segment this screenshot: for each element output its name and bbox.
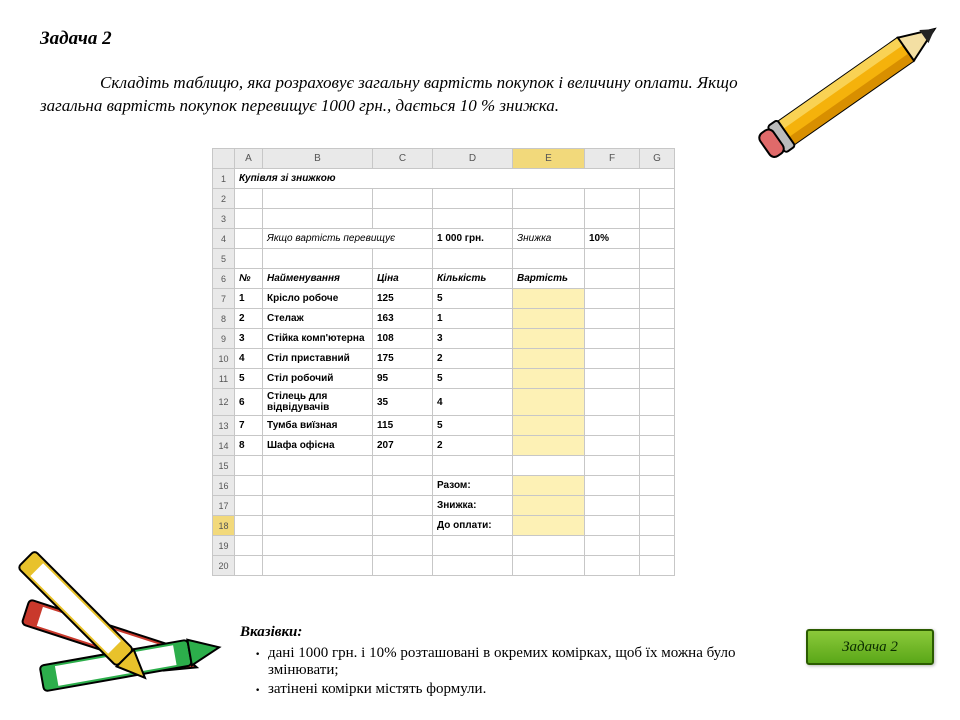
task-2-button[interactable]: Задача 2 [806,629,934,665]
hint-item: затінені комірки містять формули. [254,681,760,698]
hints-block: Вказівки: дані 1000 грн. і 10% розташова… [240,624,760,700]
sheet-title[interactable]: Купівля зі знижкою [235,169,675,189]
col-header-a[interactable]: A [235,149,263,169]
cell[interactable]: Стіл робочий [263,369,373,389]
cell[interactable]: Стійка комп'ютерна [263,329,373,349]
formula-cell[interactable] [513,496,585,516]
cell[interactable]: 2 [235,309,263,329]
cond-label[interactable]: Якщо вартість перевищує [263,229,433,249]
hdr-cost[interactable]: Вартість [513,269,585,289]
instruction-line1: Складіть таблицю, яка розраховує загальн… [100,73,738,92]
formula-cell[interactable] [513,389,585,416]
discount-value[interactable]: 10% [585,229,640,249]
cell[interactable]: 207 [373,436,433,456]
formula-cell[interactable] [513,516,585,536]
cell[interactable]: 108 [373,329,433,349]
cell[interactable]: 4 [235,349,263,369]
cell[interactable]: 95 [373,369,433,389]
instruction-line2: загальна вартість покупок перевищує 1000… [40,96,559,115]
col-header-b[interactable]: B [263,149,373,169]
cell[interactable]: Крісло робоче [263,289,373,309]
cell[interactable]: 35 [373,389,433,416]
cell[interactable]: Стелаж [263,309,373,329]
hdr-price[interactable]: Ціна [373,269,433,289]
formula-cell[interactable] [513,476,585,496]
cell[interactable]: 7 [235,416,263,436]
hints-label: Вказівки: [240,624,302,640]
col-header-c[interactable]: C [373,149,433,169]
cond-value[interactable]: 1 000 грн. [433,229,513,249]
cell[interactable]: 8 [235,436,263,456]
formula-cell[interactable] [513,436,585,456]
formula-cell[interactable] [513,416,585,436]
cell[interactable]: 175 [373,349,433,369]
col-header-e[interactable]: E [513,149,585,169]
cell[interactable]: 3 [433,329,513,349]
col-header-g[interactable]: G [640,149,675,169]
formula-cell[interactable] [513,369,585,389]
formula-cell[interactable] [513,349,585,369]
formula-cell[interactable] [513,329,585,349]
cell[interactable]: Шафа офісна [263,436,373,456]
cell[interactable]: 5 [433,416,513,436]
formula-cell[interactable] [513,309,585,329]
cell[interactable]: 163 [373,309,433,329]
col-header-f[interactable]: F [585,149,640,169]
cell[interactable]: Тумба виїзная [263,416,373,436]
formula-cell[interactable] [513,289,585,309]
cell[interactable]: 115 [373,416,433,436]
col-header-d[interactable]: D [433,149,513,169]
total-label[interactable]: Разом: [433,476,513,496]
cell[interactable]: 4 [433,389,513,416]
cell[interactable]: 125 [373,289,433,309]
cell[interactable]: 2 [433,436,513,456]
task-instruction: Складіть таблицю, яка розраховує загальн… [40,72,870,118]
cell[interactable]: 6 [235,389,263,416]
spreadsheet: A B C D E F G 1Купівля зі знижкою 2 3 4 … [212,148,675,576]
discount-row-label[interactable]: Знижка: [433,496,513,516]
cell[interactable]: 2 [433,349,513,369]
cell[interactable]: 5 [433,369,513,389]
hdr-no[interactable]: № [235,269,263,289]
hint-item: дані 1000 грн. і 10% розташовані в окрем… [254,645,760,679]
task-title: Задача 2 [40,28,112,50]
cell[interactable]: 3 [235,329,263,349]
cell[interactable]: Стілець для відвідувачів [263,389,373,416]
cell[interactable]: 1 [433,309,513,329]
cell[interactable]: 5 [433,289,513,309]
cell[interactable]: Стіл приставний [263,349,373,369]
topay-label[interactable]: До оплати: [433,516,513,536]
cell[interactable]: 1 [235,289,263,309]
cell[interactable]: 5 [235,369,263,389]
hdr-name[interactable]: Найменування [263,269,373,289]
hdr-qty[interactable]: Кількість [433,269,513,289]
discount-label[interactable]: Знижка [513,229,585,249]
